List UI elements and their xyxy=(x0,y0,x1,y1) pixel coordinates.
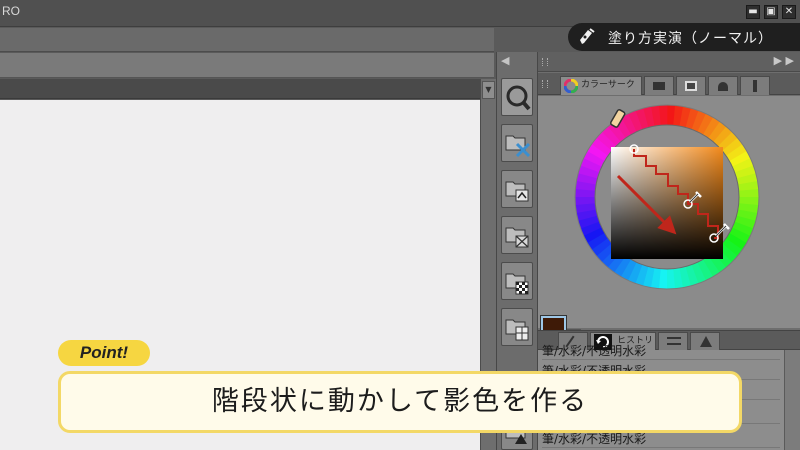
app-name: RO xyxy=(2,4,20,18)
zoom-tool-button[interactable] xyxy=(501,78,533,116)
tab-color-circle[interactable]: カラーサークル xyxy=(560,76,642,107)
tutorial-title: 塗り方実演（ノーマル） xyxy=(608,31,773,47)
intermediate-color-icon xyxy=(718,82,728,91)
color-set-icon xyxy=(685,81,697,91)
frame-tool-button[interactable] xyxy=(501,308,533,346)
approximate-color-icon xyxy=(753,80,757,92)
color-wheel-icon xyxy=(564,79,578,93)
folder-checker-icon xyxy=(505,273,529,295)
color-wheel-graphic[interactable] xyxy=(538,96,800,328)
tab-color-set[interactable] xyxy=(676,76,706,95)
folder-cursor-icon xyxy=(505,135,531,158)
canvas-header xyxy=(0,79,480,99)
chevron-right-icon[interactable]: ▶ ▶ xyxy=(774,54,794,67)
close-button[interactable]: ✕ xyxy=(782,5,796,19)
scroll-down-arrow-icon[interactable]: ▼ xyxy=(482,81,495,99)
grip-handle[interactable] xyxy=(542,58,548,66)
menu-strip xyxy=(0,28,494,52)
caption-box: 階段状に動かして影色を作る xyxy=(58,371,742,433)
magnifier-icon xyxy=(506,85,531,111)
color-slider-icon xyxy=(653,82,665,90)
color-panel-tabbar: カラーサークル xyxy=(538,73,800,107)
folder-frame-icon xyxy=(505,319,529,341)
tab-intermediate-color[interactable] xyxy=(708,76,738,95)
color-circle-panel: H29 S94 V19 xyxy=(538,96,800,370)
list-item[interactable]: 筆/水彩/不透明水彩 xyxy=(542,342,780,360)
minimize-button[interactable]: ▬ xyxy=(746,5,760,19)
maximize-button[interactable]: ▣ xyxy=(764,5,778,19)
tab-color-slider[interactable] xyxy=(644,76,674,95)
pen-nib-icon xyxy=(580,28,595,44)
panel-collapse-bar: ▶ ▶ xyxy=(538,52,800,72)
folder-move-icon xyxy=(505,181,529,202)
grip-handle[interactable] xyxy=(542,80,548,88)
chevron-left-icon[interactable]: ◀ xyxy=(501,54,509,67)
caption-text: 階段状に動かして影色を作る xyxy=(211,386,589,417)
operation-tool-button[interactable] xyxy=(501,124,533,162)
tutorial-badge: 塗り方実演（ノーマル） xyxy=(568,23,800,51)
move-layer-tool-button[interactable] xyxy=(501,170,533,208)
tab-approximate-color[interactable] xyxy=(740,76,770,95)
selection-tool-button[interactable] xyxy=(501,216,533,254)
sv-darkening-overlay xyxy=(611,147,723,259)
point-badge: Point! xyxy=(58,340,150,366)
folder-select-icon xyxy=(505,227,529,248)
history-scrollbar[interactable] xyxy=(784,350,800,450)
command-bar xyxy=(0,53,494,78)
fill-pattern-tool-button[interactable] xyxy=(501,262,533,300)
